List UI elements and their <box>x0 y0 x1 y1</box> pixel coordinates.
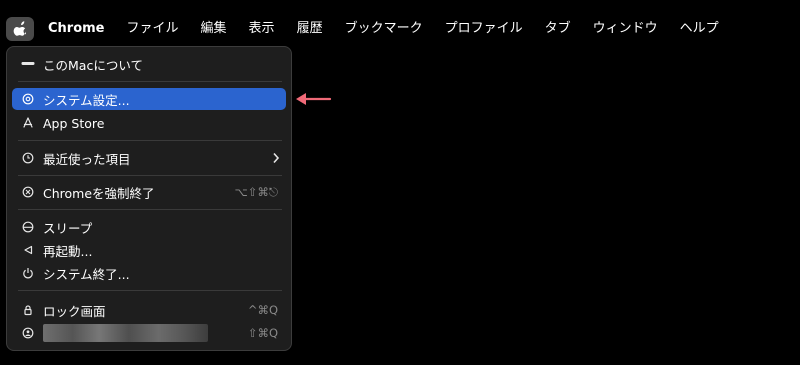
menu-separator <box>18 290 282 291</box>
keyboard-shortcut: ^⌘Q <box>247 303 278 317</box>
menu-item-label: 最近使った項目 <box>43 151 131 167</box>
redacted-username <box>43 324 208 342</box>
menu-tab[interactable]: タブ <box>534 14 582 44</box>
gear-icon <box>18 88 38 110</box>
menu-item-label: システム設定... <box>43 92 130 108</box>
menu-help[interactable]: ヘルプ <box>669 14 730 44</box>
menu-bookmarks[interactable]: ブックマーク <box>334 14 434 44</box>
menu-profiles[interactable]: プロファイル <box>434 14 534 44</box>
user-icon <box>18 322 38 344</box>
apple-menu-dropdown: このMacについて システム設定... App Store 最近使った項目 Ch… <box>6 46 292 351</box>
chevron-right-icon <box>273 152 280 164</box>
menu-item-label: Chromeを強制終了 <box>43 185 155 201</box>
menu-item-label: スリープ <box>43 220 93 236</box>
keyboard-shortcut: ⇧⌘Q <box>247 326 278 340</box>
menu-app-chrome[interactable]: Chrome <box>34 14 116 44</box>
menu-item-restart[interactable]: 再起動... <box>12 239 286 261</box>
menu-window[interactable]: ウィンドウ <box>582 14 669 44</box>
menu-bar: Chrome ファイル 編集 表示 履歴 ブックマーク プロファイル タブ ウィ… <box>0 14 800 44</box>
menu-item-label: App Store <box>43 115 105 131</box>
menu-item-label: このMacについて <box>43 57 143 73</box>
menu-item-sleep[interactable]: スリープ <box>12 216 286 238</box>
menu-separator <box>18 175 282 176</box>
menu-file[interactable]: ファイル <box>116 14 190 44</box>
menu-item-log-out-user[interactable]: ⇧⌘Q <box>12 322 286 344</box>
menu-item-label: システム終了... <box>43 266 130 282</box>
apple-logo-icon <box>13 21 26 36</box>
menu-item-about-this-mac[interactable]: このMacについて <box>12 53 286 75</box>
annotation-arrow-icon <box>296 93 332 105</box>
keyboard-shortcut: ⌥⇧⌘⎋ <box>234 185 278 199</box>
menu-item-recent-items[interactable]: 最近使った項目 <box>12 147 286 169</box>
menu-item-system-settings[interactable]: システム設定... <box>12 88 286 110</box>
clock-icon <box>18 147 38 169</box>
menu-item-force-quit-chrome[interactable]: Chromeを強制終了 ⌥⇧⌘⎋ <box>12 181 286 203</box>
apple-menu-button[interactable] <box>6 17 34 41</box>
sleep-icon <box>18 216 38 238</box>
menu-history[interactable]: 履歴 <box>286 14 334 44</box>
restart-icon <box>18 239 38 261</box>
screen: Chrome ファイル 編集 表示 履歴 ブックマーク プロファイル タブ ウィ… <box>0 0 800 365</box>
menu-item-lock-screen[interactable]: ロック画面 ^⌘Q <box>12 299 286 321</box>
force-quit-icon <box>18 181 38 203</box>
menu-item-shut-down[interactable]: システム終了... <box>12 262 286 284</box>
menu-separator <box>18 140 282 141</box>
power-icon <box>18 262 38 284</box>
menu-separator <box>18 209 282 210</box>
menu-separator <box>18 81 282 82</box>
menu-item-label: 再起動... <box>43 243 93 259</box>
lock-icon <box>18 299 38 321</box>
menu-view[interactable]: 表示 <box>238 14 286 44</box>
menu-item-app-store[interactable]: App Store <box>12 112 286 134</box>
menu-item-label: ロック画面 <box>43 303 106 319</box>
menu-edit[interactable]: 編集 <box>190 14 238 44</box>
mac-icon <box>18 53 38 75</box>
app-store-icon <box>18 112 38 134</box>
